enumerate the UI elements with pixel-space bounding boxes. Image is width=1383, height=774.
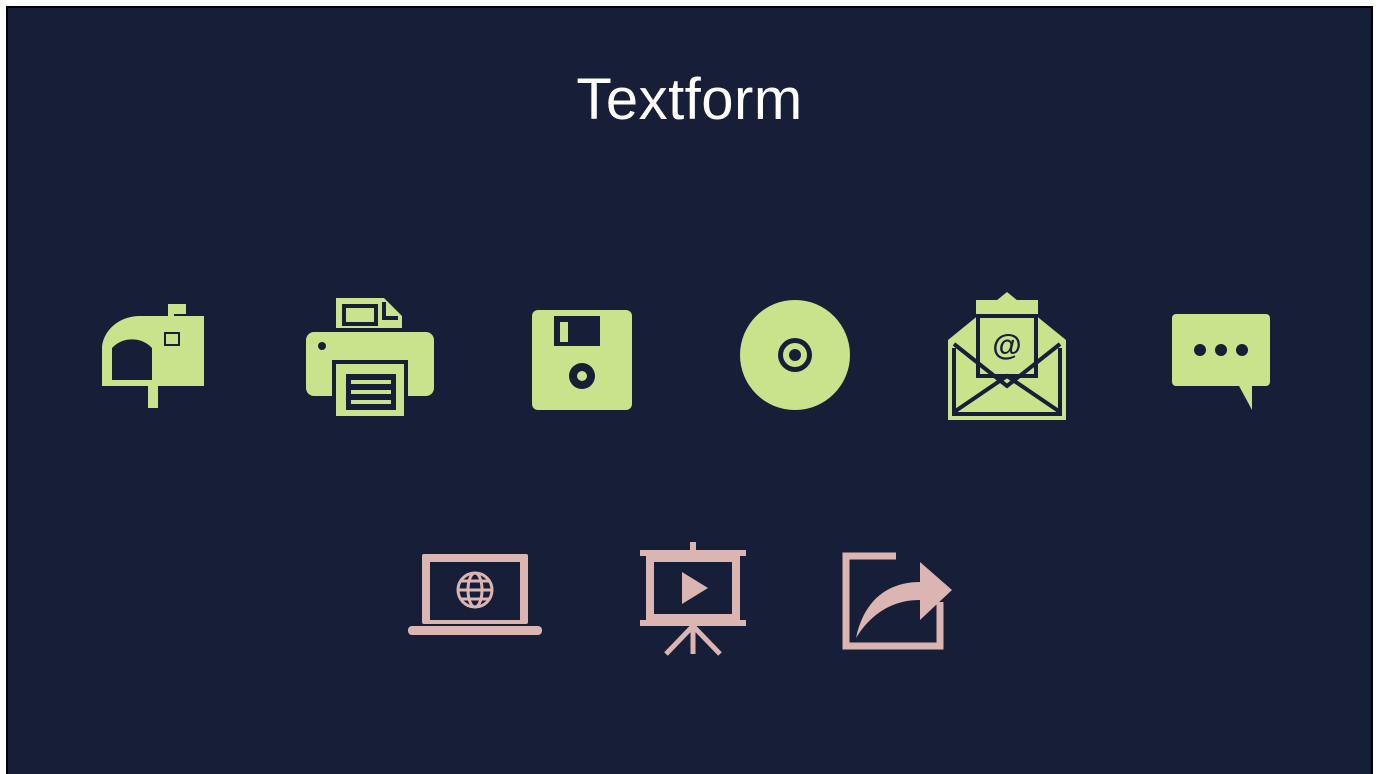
cd-disc-icon xyxy=(740,300,850,410)
slide-title: Textform xyxy=(576,67,803,132)
svg-text:@: @ xyxy=(992,329,1021,362)
mailbox-icon xyxy=(100,304,214,408)
open-envelope-email-icon: @ xyxy=(948,292,1066,420)
presentation-screen-play-icon xyxy=(638,542,748,656)
share-arrow-icon xyxy=(842,550,952,650)
slide: Textform @ xyxy=(6,6,1373,774)
floppy-disk-icon xyxy=(532,310,632,410)
speech-bubble-ellipsis-icon xyxy=(1172,314,1270,410)
fax-printer-icon xyxy=(306,298,434,418)
laptop-globe-icon xyxy=(408,554,542,636)
